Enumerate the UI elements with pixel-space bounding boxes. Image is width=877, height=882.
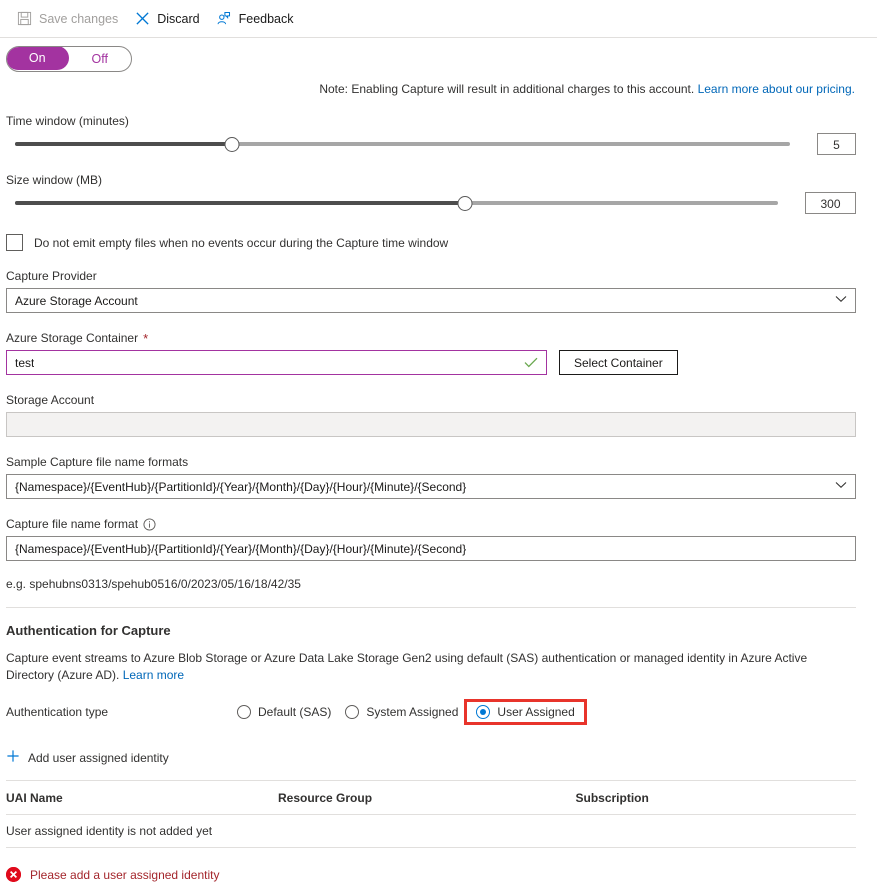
- save-icon: [16, 11, 32, 27]
- sample-format-value: {Namespace}/{EventHub}/{PartitionId}/{Ye…: [15, 480, 466, 494]
- do-not-emit-empty-files-row[interactable]: Do not emit empty files when no events o…: [6, 234, 856, 251]
- time-window-slider-fill: [15, 142, 232, 146]
- checkmark-icon: [524, 356, 538, 370]
- size-window-row: 300: [6, 192, 856, 214]
- column-header-uai-name: UAI Name: [6, 781, 278, 815]
- discard-label: Discard: [157, 12, 199, 26]
- capture-toggle[interactable]: On Off: [6, 46, 132, 72]
- storage-container-value: test: [15, 356, 34, 370]
- capture-provider-label: Capture Provider: [6, 269, 97, 283]
- auth-learn-more-link[interactable]: Learn more: [123, 668, 184, 682]
- size-window-slider-thumb[interactable]: [458, 196, 473, 211]
- do-not-emit-empty-files-label: Do not emit empty files when no events o…: [34, 236, 448, 250]
- radio-default-sas-dot[interactable]: [237, 705, 251, 719]
- capture-provider-label-row: Capture Provider: [6, 269, 856, 283]
- select-container-button[interactable]: Select Container: [559, 350, 678, 375]
- info-icon[interactable]: [143, 518, 156, 531]
- file-name-format-example: e.g. spehubns0313/spehub0516/0/2023/05/1…: [6, 577, 856, 591]
- capture-provider-value: Azure Storage Account: [15, 294, 138, 308]
- table-row: User assigned identity is not added yet: [6, 815, 856, 848]
- capture-toggle-off[interactable]: Off: [69, 47, 132, 71]
- time-window-slider-thumb[interactable]: [225, 137, 240, 152]
- file-name-format-input[interactable]: {Namespace}/{EventHub}/{PartitionId}/{Ye…: [6, 536, 856, 561]
- size-window-slider-fill: [15, 201, 465, 205]
- save-changes-label: Save changes: [39, 12, 118, 26]
- radio-default-sas-label: Default (SAS): [258, 705, 331, 719]
- chevron-down-icon: [835, 295, 847, 306]
- column-header-resource-group: Resource Group: [278, 781, 576, 815]
- pricing-learn-more-link[interactable]: Learn more about our pricing.: [698, 82, 855, 96]
- capture-toggle-on[interactable]: On: [6, 46, 69, 70]
- storage-container-label: Azure Storage Container: [6, 331, 138, 345]
- time-window-label: Time window (minutes): [6, 114, 129, 128]
- add-user-assigned-identity-button[interactable]: Add user assigned identity: [6, 749, 856, 766]
- time-window-value[interactable]: 5: [817, 133, 856, 155]
- sample-format-select[interactable]: {Namespace}/{EventHub}/{PartitionId}/{Ye…: [6, 474, 856, 499]
- feedback-button[interactable]: Feedback: [210, 7, 304, 31]
- capture-provider-select[interactable]: Azure Storage Account: [6, 288, 856, 313]
- time-window-label-row: Time window (minutes): [6, 114, 856, 128]
- size-window-label: Size window (MB): [6, 173, 102, 187]
- section-divider: [6, 607, 856, 608]
- authentication-type-label: Authentication type: [6, 705, 231, 719]
- validation-error-text: Please add a user assigned identity: [30, 868, 219, 882]
- table-empty-message: User assigned identity is not added yet: [6, 815, 856, 848]
- capture-toggle-wrap: On Off: [0, 38, 877, 72]
- storage-account-label-row: Storage Account: [6, 393, 856, 407]
- storage-container-input[interactable]: test: [6, 350, 547, 375]
- feedback-label: Feedback: [239, 12, 294, 26]
- radio-user-assigned-label: User Assigned: [497, 705, 574, 719]
- discard-button[interactable]: Discard: [128, 7, 209, 31]
- auth-section-heading: Authentication for Capture: [6, 623, 856, 638]
- radio-user-assigned-dot[interactable]: [476, 705, 490, 719]
- radio-system-assigned-dot[interactable]: [345, 705, 359, 719]
- do-not-emit-empty-files-checkbox[interactable]: [6, 234, 23, 251]
- radio-system-assigned-label: System Assigned: [366, 705, 458, 719]
- plus-icon: [6, 749, 20, 766]
- column-header-subscription: Subscription: [576, 781, 857, 815]
- size-window-slider[interactable]: [6, 193, 787, 213]
- pricing-note: Note: Enabling Capture will result in ad…: [6, 82, 856, 96]
- add-user-assigned-identity-label: Add user assigned identity: [28, 751, 169, 765]
- user-assigned-identity-table: UAI Name Resource Group Subscription Use…: [6, 780, 856, 848]
- file-name-format-value: {Namespace}/{EventHub}/{PartitionId}/{Ye…: [15, 542, 466, 556]
- feedback-person-icon: [216, 11, 232, 27]
- auth-section-description: Capture event streams to Azure Blob Stor…: [6, 650, 846, 684]
- radio-system-assigned[interactable]: System Assigned: [339, 702, 466, 722]
- storage-account-label: Storage Account: [6, 393, 94, 407]
- save-changes-button[interactable]: Save changes: [10, 7, 128, 31]
- error-circle-x-icon: [6, 867, 21, 882]
- size-window-value[interactable]: 300: [805, 192, 856, 214]
- close-x-icon: [134, 11, 150, 27]
- radio-user-assigned[interactable]: User Assigned: [466, 702, 584, 722]
- radio-default-sas[interactable]: Default (SAS): [231, 702, 339, 722]
- time-window-row: 5: [6, 133, 856, 155]
- time-window-slider[interactable]: [6, 134, 799, 154]
- authentication-type-radiogroup: Default (SAS) System Assigned User Assig…: [231, 702, 585, 722]
- chevron-down-icon: [835, 481, 847, 492]
- capture-settings-form: Note: Enabling Capture will result in ad…: [0, 82, 877, 882]
- file-name-format-label-row: Capture file name format: [6, 517, 856, 531]
- required-marker: *: [143, 332, 148, 345]
- table-header-row: UAI Name Resource Group Subscription: [6, 781, 856, 815]
- storage-account-input: [6, 412, 856, 437]
- sample-format-label-row: Sample Capture file name formats: [6, 455, 856, 469]
- sample-format-label: Sample Capture file name formats: [6, 455, 188, 469]
- pricing-note-text: Note: Enabling Capture will result in ad…: [319, 82, 694, 96]
- authentication-type-row: Authentication type Default (SAS) System…: [6, 699, 856, 725]
- file-name-format-label: Capture file name format: [6, 517, 138, 531]
- storage-container-row: test Select Container: [6, 350, 856, 375]
- storage-container-label-row: Azure Storage Container *: [6, 331, 856, 345]
- command-bar: Save changes Discard Feedback: [0, 0, 877, 38]
- validation-error-row: Please add a user assigned identity: [6, 867, 856, 882]
- size-window-label-row: Size window (MB): [6, 173, 856, 187]
